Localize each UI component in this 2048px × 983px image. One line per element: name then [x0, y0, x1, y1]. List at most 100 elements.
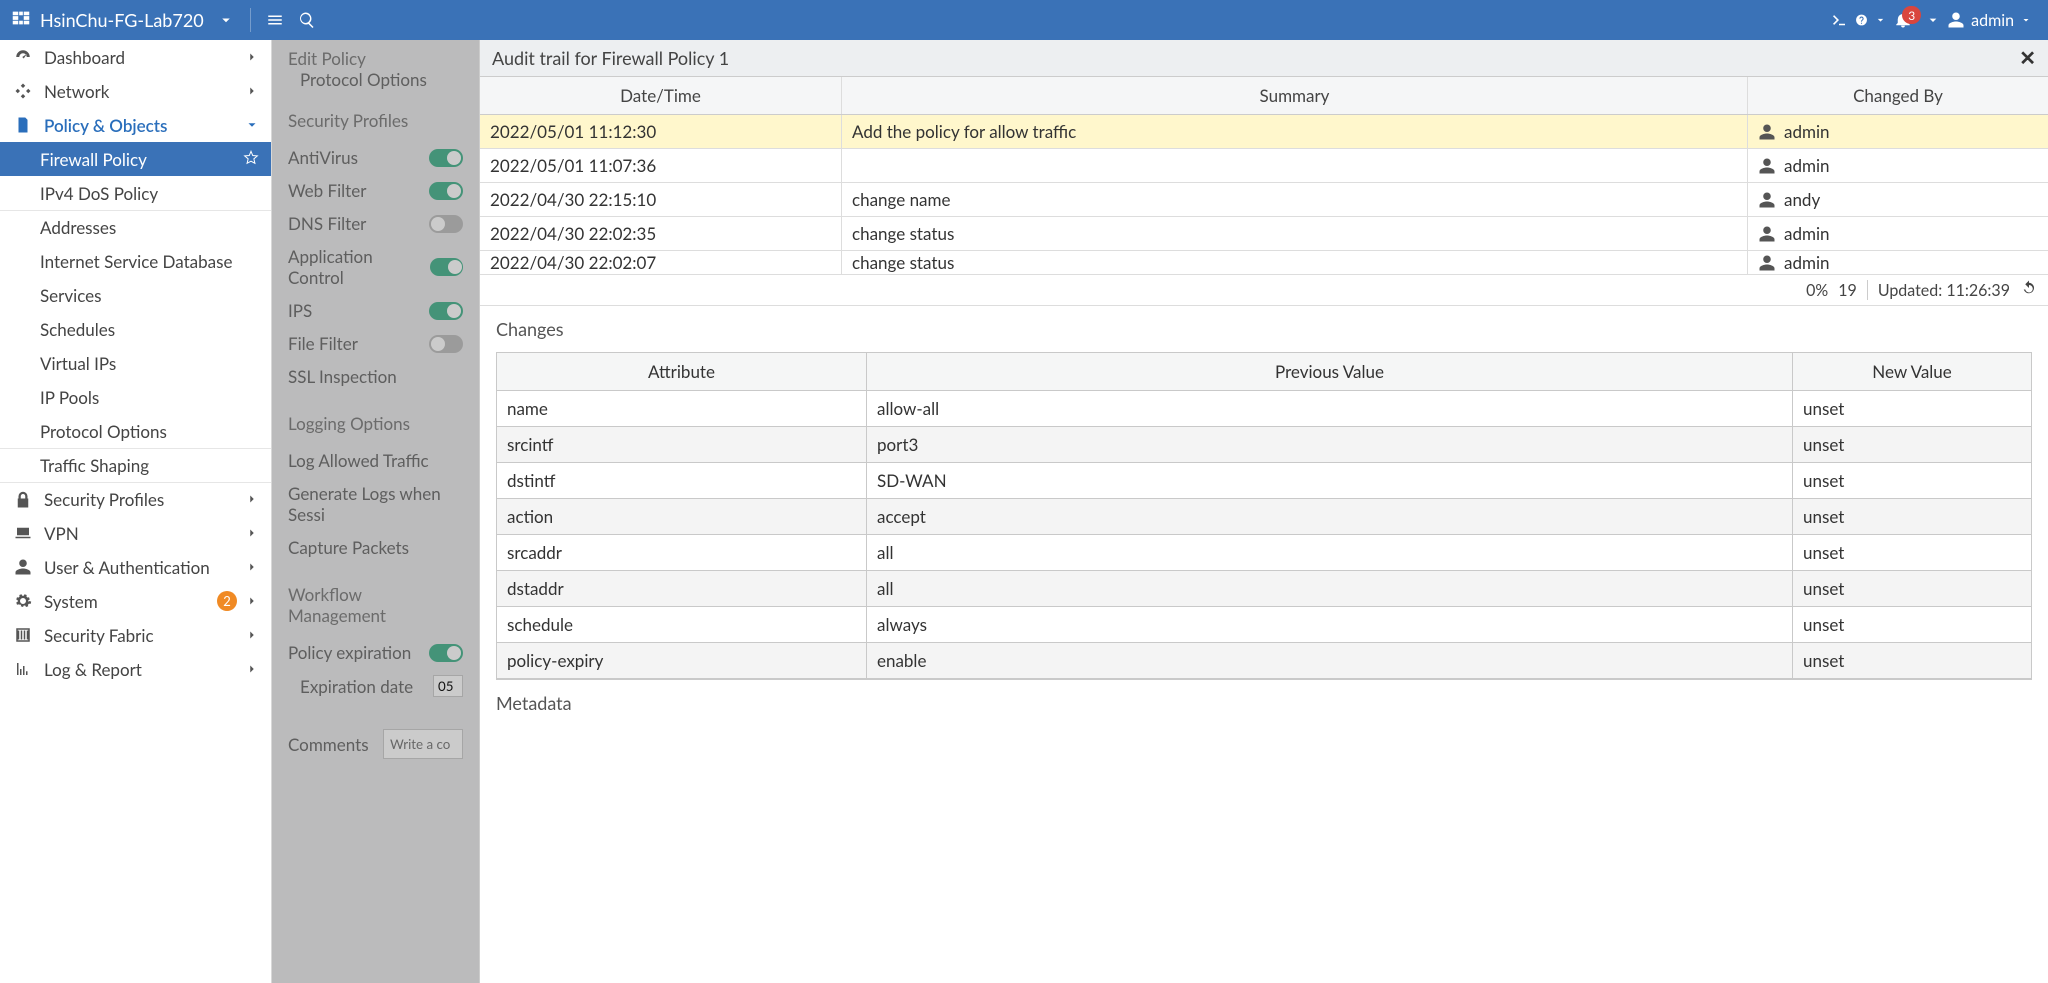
edit-policy-panel: Edit Policy Protocol Options Security Pr…: [272, 40, 480, 983]
chevron-right-icon: [245, 591, 259, 612]
caret-down-icon: [2020, 14, 2032, 26]
changes-heading: Changes: [480, 306, 2048, 352]
comments-input[interactable]: [383, 729, 463, 759]
help-button[interactable]: [1855, 4, 1887, 36]
user-icon: [1947, 11, 1965, 29]
web-filter-row: Web Filter: [288, 174, 463, 207]
changes-row: srcaddrallunset: [497, 535, 2031, 571]
close-button[interactable]: ✕: [2019, 46, 2036, 70]
app-control-row: Application Control: [288, 240, 463, 294]
policy-icon: [12, 116, 34, 134]
audit-row[interactable]: 2022/05/01 11:12:30 Add the policy for a…: [480, 115, 2048, 149]
chart-icon: [12, 660, 34, 678]
col-summary[interactable]: Summary: [842, 77, 1748, 114]
favorite-icon[interactable]: [243, 149, 259, 170]
audit-datetime: 2022/05/01 11:12:30: [480, 115, 842, 148]
exp-date-input[interactable]: [433, 675, 463, 697]
ssl-inspection-row: SSL Inspection: [288, 360, 463, 393]
col-datetime[interactable]: Date/Time: [480, 77, 842, 114]
col-changed-by[interactable]: Changed By: [1748, 77, 2048, 114]
sidebar-item-schedules[interactable]: Schedules: [0, 312, 271, 346]
audit-summary: change name: [842, 183, 1748, 216]
sidebar-item-traffic-shaping[interactable]: Traffic Shaping: [0, 448, 271, 482]
ips-toggle[interactable]: [429, 302, 463, 320]
lock-icon: [12, 491, 34, 509]
admin-menu[interactable]: admin: [1941, 11, 2038, 30]
policy-exp-row: Policy expiration: [288, 636, 463, 669]
content-panel: Audit trail for Firewall Policy 1 ✕ Date…: [480, 40, 2048, 983]
change-attr: action: [497, 499, 867, 535]
change-new: unset: [1793, 643, 2031, 679]
sidebar-item-addresses[interactable]: Addresses: [0, 210, 271, 244]
comments-row: Comments: [288, 723, 463, 765]
app-control-toggle[interactable]: [430, 258, 463, 276]
notifications-button[interactable]: 3: [1887, 4, 1919, 36]
log-allowed-row: Log Allowed Traffic: [288, 444, 463, 477]
sidebar-item-ipv4-dos[interactable]: IPv4 DoS Policy: [0, 176, 271, 210]
sidebar-item-virtual-ips[interactable]: Virtual IPs: [0, 346, 271, 380]
sidebar-item-policy-objects[interactable]: Policy & Objects: [0, 108, 271, 142]
policy-exp-toggle[interactable]: [429, 644, 463, 662]
chevron-right-icon: [245, 489, 259, 510]
fortinet-icon: [10, 7, 32, 33]
hostname-dropdown[interactable]: [210, 4, 242, 36]
chevron-down-icon: [245, 115, 259, 136]
sidebar-item-system[interactable]: System2: [0, 584, 271, 618]
audit-row[interactable]: 2022/04/30 22:15:10 change name andy: [480, 183, 2048, 217]
sidebar-item-firewall-policy[interactable]: Firewall Policy: [0, 142, 271, 176]
sidebar-item-dashboard[interactable]: Dashboard: [0, 40, 271, 74]
change-prev: port3: [867, 427, 1793, 463]
user-icon: [1758, 191, 1776, 209]
audit-row[interactable]: 2022/04/30 22:02:07 change status admin: [480, 251, 2048, 275]
changes-row: nameallow-allunset: [497, 391, 2031, 427]
file-filter-toggle[interactable]: [429, 335, 463, 353]
sidebar-item-protocol-options[interactable]: Protocol Options: [0, 414, 271, 448]
cli-button[interactable]: [1823, 4, 1855, 36]
change-prev: SD-WAN: [867, 463, 1793, 499]
admin-label: admin: [1971, 11, 2014, 30]
audit-row[interactable]: 2022/04/30 22:02:35 change status admin: [480, 217, 2048, 251]
user-icon: [1758, 157, 1776, 175]
sidebar-item-user-auth[interactable]: User & Authentication: [0, 550, 271, 584]
sidebar-item-vpn[interactable]: VPN: [0, 516, 271, 550]
changes-row: dstaddrallunset: [497, 571, 2031, 607]
col-previous: Previous Value: [867, 353, 1793, 391]
sidebar-item-ip-pools[interactable]: IP Pools: [0, 380, 271, 414]
edit-policy-title: Edit Policy: [288, 48, 463, 69]
chevron-right-icon: [245, 625, 259, 646]
panel-title-bar: Audit trail for Firewall Policy 1 ✕: [480, 40, 2048, 77]
audit-summary: [842, 149, 1748, 182]
sidebar-item-isdb[interactable]: Internet Service Database: [0, 244, 271, 278]
status-bar: 0% 19 Updated: 11:26:39: [480, 275, 2048, 306]
sidebar-item-security-profiles[interactable]: Security Profiles: [0, 482, 271, 516]
audit-datetime: 2022/04/30 22:15:10: [480, 183, 842, 216]
gen-logs-row: Generate Logs when Sessi: [288, 477, 463, 531]
protocol-options-label: Protocol Options: [288, 69, 463, 90]
notifications-dropdown[interactable]: [1925, 4, 1941, 36]
refresh-button[interactable]: [2020, 279, 2038, 301]
sidebar-item-security-fabric[interactable]: Security Fabric: [0, 618, 271, 652]
sidebar-item-services[interactable]: Services: [0, 278, 271, 312]
progress-pct: 0%: [1806, 281, 1828, 300]
search-button[interactable]: [291, 4, 323, 36]
web-filter-toggle[interactable]: [429, 182, 463, 200]
antivirus-toggle[interactable]: [429, 149, 463, 167]
laptop-icon: [12, 524, 34, 542]
notification-count: 3: [1902, 6, 1921, 24]
sidebar-item-network[interactable]: Network: [0, 74, 271, 108]
network-icon: [12, 82, 34, 100]
change-prev: all: [867, 571, 1793, 607]
change-new: unset: [1793, 463, 2031, 499]
user-icon: [1758, 225, 1776, 243]
dns-filter-toggle[interactable]: [429, 215, 463, 233]
audit-header: Date/Time Summary Changed By: [480, 77, 2048, 115]
audit-datetime: 2022/05/01 11:07:36: [480, 149, 842, 182]
brand[interactable]: HsinChu-FG-Lab720: [10, 7, 204, 33]
dns-filter-row: DNS Filter: [288, 207, 463, 240]
change-attr: dstintf: [497, 463, 867, 499]
audit-row[interactable]: 2022/05/01 11:07:36 admin: [480, 149, 2048, 183]
menu-toggle[interactable]: [259, 4, 291, 36]
col-new: New Value: [1793, 353, 2031, 391]
sidebar-item-log-report[interactable]: Log & Report: [0, 652, 271, 686]
top-bar: HsinChu-FG-Lab720 3 admin: [0, 0, 2048, 40]
